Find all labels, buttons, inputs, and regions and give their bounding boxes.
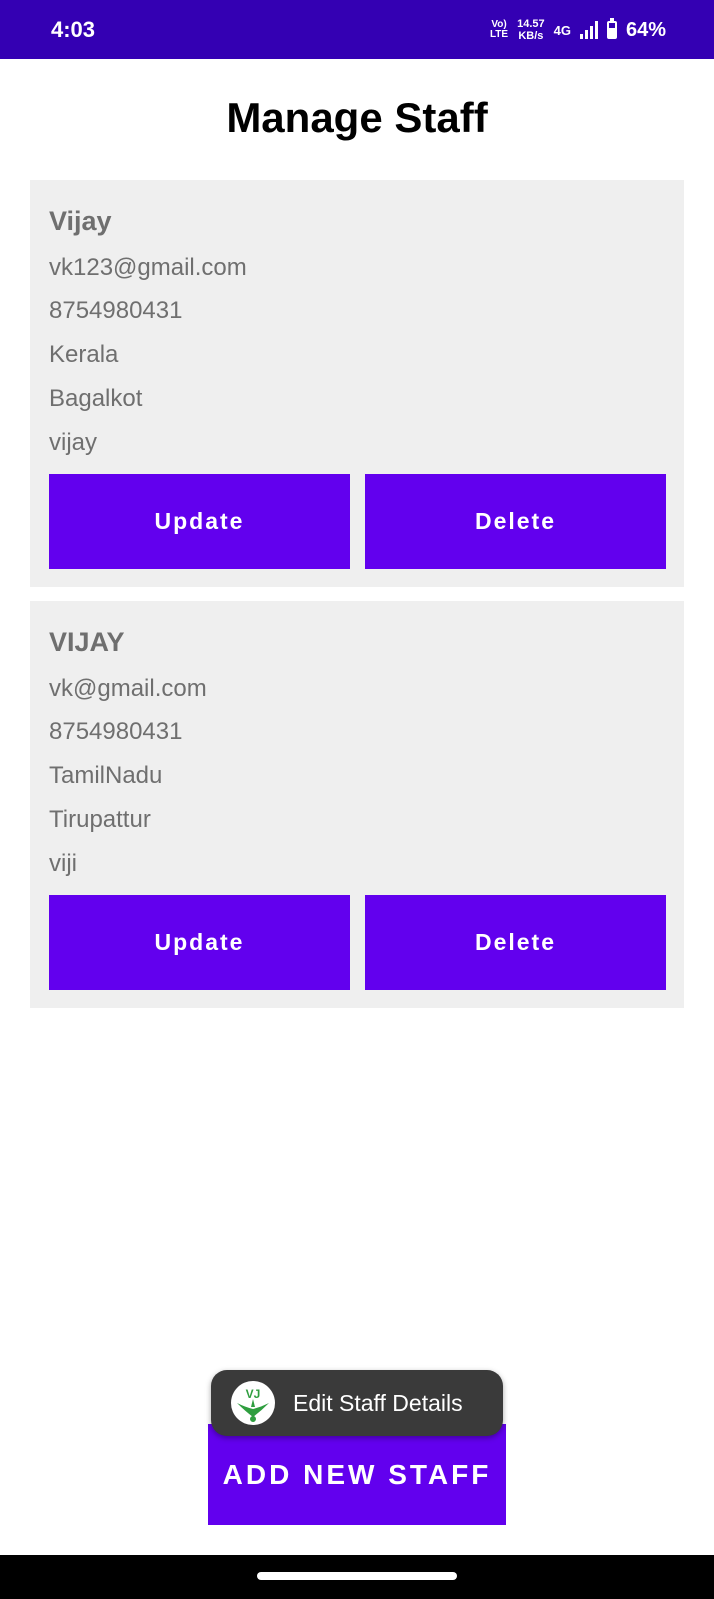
speed-value: 14.57 <box>517 18 545 30</box>
volte-indicator: Vo) LTE <box>490 20 508 40</box>
status-bar: 4:03 Vo) LTE 14.57 KB/s 4G 64% <box>0 0 714 59</box>
toast-text: Edit Staff Details <box>293 1389 463 1416</box>
signal-icon <box>579 21 598 39</box>
navigation-bar <box>0 1555 714 1599</box>
status-icons: Vo) LTE 14.57 KB/s 4G 64% <box>490 12 666 48</box>
battery-icon <box>606 18 617 39</box>
staff-name: Vijay <box>49 206 112 236</box>
staff-card: VIJAY vk@gmail.com 8754980431 TamilNadu … <box>30 601 684 1008</box>
battery-percent: 64% <box>625 18 666 41</box>
network-speed: 14.57 KB/s <box>517 18 545 42</box>
staff-city: Tirupattur <box>49 806 151 833</box>
staff-state: TamilNadu <box>49 762 163 789</box>
status-time: 4:03 <box>51 17 96 42</box>
volte-bottom: LTE <box>489 29 509 40</box>
update-button[interactable]: Update <box>49 895 350 990</box>
staff-phone: 8754980431 <box>49 718 183 745</box>
staff-username: vijay <box>49 429 98 456</box>
app-logo-icon: VJ <box>231 1381 275 1425</box>
battery-level <box>608 28 615 37</box>
staff-email: vk@gmail.com <box>49 675 207 702</box>
staff-city: Bagalkot <box>49 385 143 412</box>
page-title: Manage Staff <box>226 94 488 141</box>
staff-email: vk123@gmail.com <box>49 254 247 281</box>
delete-button[interactable]: Delete <box>365 895 666 990</box>
staff-username: viji <box>49 850 77 877</box>
staff-phone: 8754980431 <box>49 297 183 324</box>
update-button[interactable]: Update <box>49 474 350 569</box>
speed-unit: KB/s <box>518 30 544 42</box>
delete-button[interactable]: Delete <box>365 474 666 569</box>
logo-text: VJ <box>246 1387 261 1401</box>
add-new-staff-button[interactable]: ADD NEW STAFF <box>208 1424 506 1525</box>
staff-name: VIJAY <box>49 627 125 657</box>
network-type: 4G <box>553 22 571 38</box>
home-gesture-bar[interactable] <box>257 1572 457 1580</box>
toast: VJ Edit Staff Details <box>211 1370 503 1436</box>
staff-state: Kerala <box>49 341 119 368</box>
staff-card: Vijay vk123@gmail.com 8754980431 Kerala … <box>30 180 684 587</box>
